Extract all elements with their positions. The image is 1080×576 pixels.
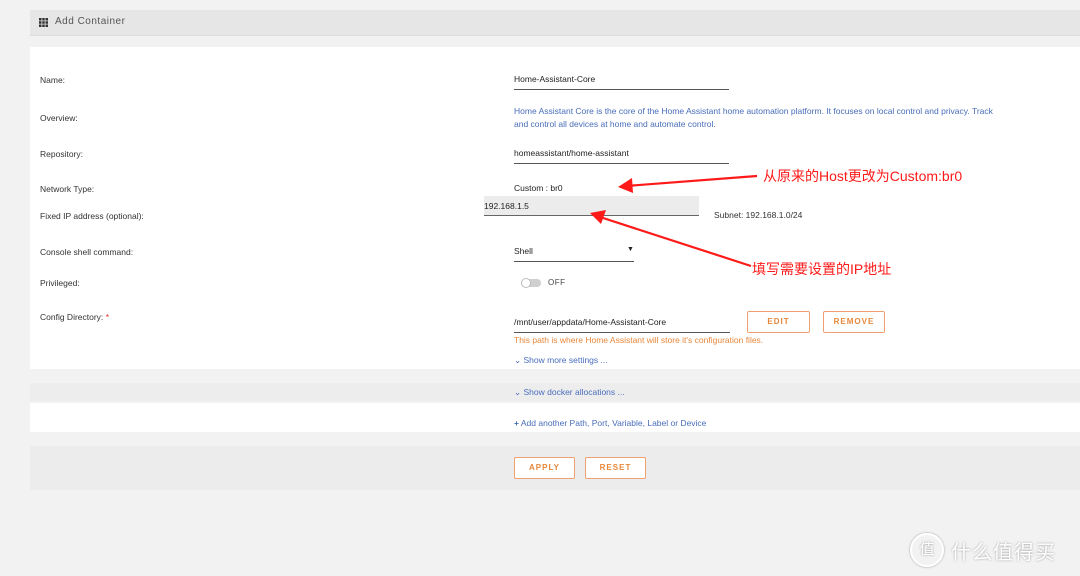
arrow-to-network-type [618, 174, 758, 193]
annotation-arrows [590, 174, 758, 268]
watermark-logo: 值 [910, 533, 944, 567]
network-type-annotation: 从原来的Host更改为Custom:br0 [763, 168, 963, 184]
arrow-to-fixed-ip [590, 210, 752, 268]
watermark-text: 什么值得买 [951, 542, 1056, 564]
fixed-ip-annotation: 填写需要设置的IP地址 [752, 261, 892, 277]
